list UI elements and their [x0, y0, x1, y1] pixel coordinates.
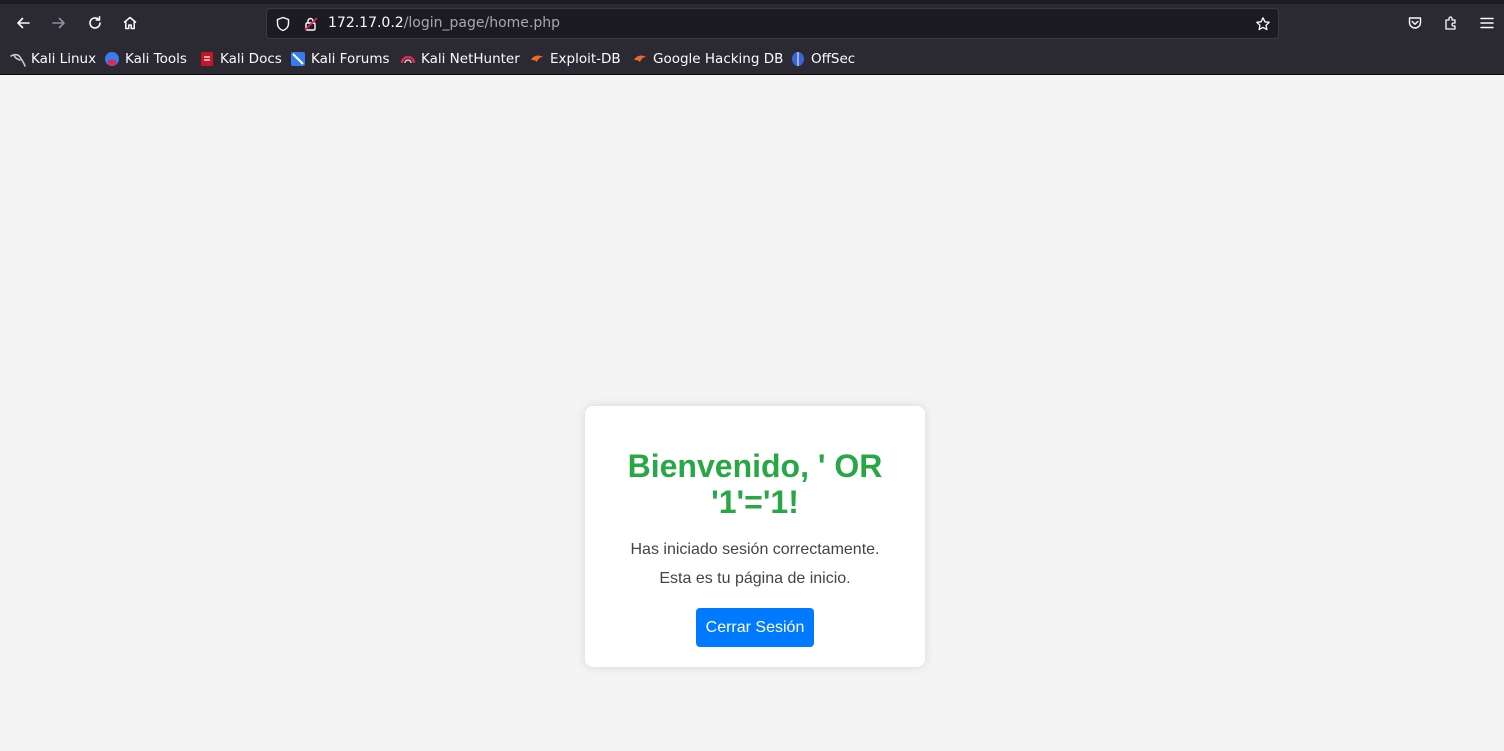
- login-success-text: Has iniciado sesión correctamente.: [630, 541, 880, 558]
- bookmark-star-icon[interactable]: [1255, 16, 1271, 32]
- kali-dragon-icon: [10, 51, 26, 67]
- bookmark-label: Kali Tools: [125, 51, 187, 67]
- ghdb-icon: [632, 51, 648, 67]
- back-arrow-icon: [17, 17, 30, 29]
- browser-window: 172.17.0.2/login_page/home.php Kali Linu…: [0, 0, 1504, 751]
- bookmark-google-hacking-db[interactable]: Google Hacking DB: [632, 49, 783, 69]
- bookmark-label: Kali Linux: [31, 51, 97, 67]
- url-bar[interactable]: 172.17.0.2/login_page/home.php: [266, 8, 1279, 39]
- app-menu-button[interactable]: [1473, 9, 1501, 37]
- tracking-protection-shield-icon[interactable]: [275, 16, 291, 32]
- bookmark-label: OffSec: [811, 51, 856, 67]
- bookmark-label: Exploit-DB: [550, 51, 621, 67]
- puzzle-piece-icon: [1445, 16, 1456, 30]
- bookmark-label: Kali Docs: [220, 51, 282, 67]
- url-text[interactable]: 172.17.0.2/login_page/home.php: [328, 15, 560, 31]
- back-button[interactable]: [9, 9, 37, 37]
- hamburger-menu-icon: [1480, 17, 1494, 29]
- welcome-card: Bienvenido, ' OR '1'='1! Has iniciado se…: [585, 406, 925, 667]
- bookmark-kali-forums[interactable]: Kali Forums: [290, 49, 390, 69]
- bookmarks-toolbar: Kali Linux Kali Tools Kali Docs Kali For…: [0, 43, 1504, 75]
- bookmark-exploit-db[interactable]: Exploit-DB: [529, 49, 621, 69]
- home-button[interactable]: [116, 9, 144, 37]
- reload-button[interactable]: [81, 9, 109, 37]
- bookmark-kali-docs[interactable]: Kali Docs: [199, 49, 282, 69]
- logout-button[interactable]: Cerrar Sesión: [696, 608, 814, 647]
- url-path: /login_page/home.php: [403, 15, 560, 31]
- kali-docs-icon: [199, 51, 215, 67]
- url-host: 172.17.0.2: [328, 15, 404, 31]
- bookmark-offsec[interactable]: OffSec: [790, 49, 855, 69]
- bookmark-kali-nethunter[interactable]: Kali NetHunter: [400, 49, 520, 69]
- reload-icon: [89, 16, 101, 29]
- kali-forums-icon: [290, 51, 306, 67]
- navigation-toolbar: 172.17.0.2/login_page/home.php: [0, 4, 1504, 43]
- bookmark-kali-linux[interactable]: Kali Linux: [10, 49, 96, 69]
- extensions-button[interactable]: [1437, 9, 1465, 37]
- bookmark-label: Kali Forums: [311, 51, 390, 67]
- forward-arrow-icon: [52, 17, 65, 29]
- bookmark-label: Kali NetHunter: [421, 51, 520, 67]
- home-icon: [123, 16, 137, 30]
- bookmark-kali-tools[interactable]: Kali Tools: [104, 49, 187, 69]
- pocket-button[interactable]: [1401, 9, 1429, 37]
- welcome-title: Bienvenido, ' OR '1'='1!: [627, 448, 883, 520]
- page-content: Bienvenido, ' OR '1'='1! Has iniciado se…: [0, 75, 1504, 751]
- forward-button[interactable]: [45, 9, 73, 37]
- exploit-db-icon: [529, 51, 545, 67]
- kali-nethunter-icon: [400, 51, 416, 67]
- bookmark-label: Google Hacking DB: [653, 51, 784, 67]
- offsec-icon: [790, 51, 806, 67]
- kali-tools-icon: [104, 51, 120, 67]
- home-page-text: Esta es tu página de inicio.: [659, 570, 851, 587]
- insecure-lock-icon[interactable]: [303, 16, 319, 32]
- pocket-icon: [1408, 17, 1422, 29]
